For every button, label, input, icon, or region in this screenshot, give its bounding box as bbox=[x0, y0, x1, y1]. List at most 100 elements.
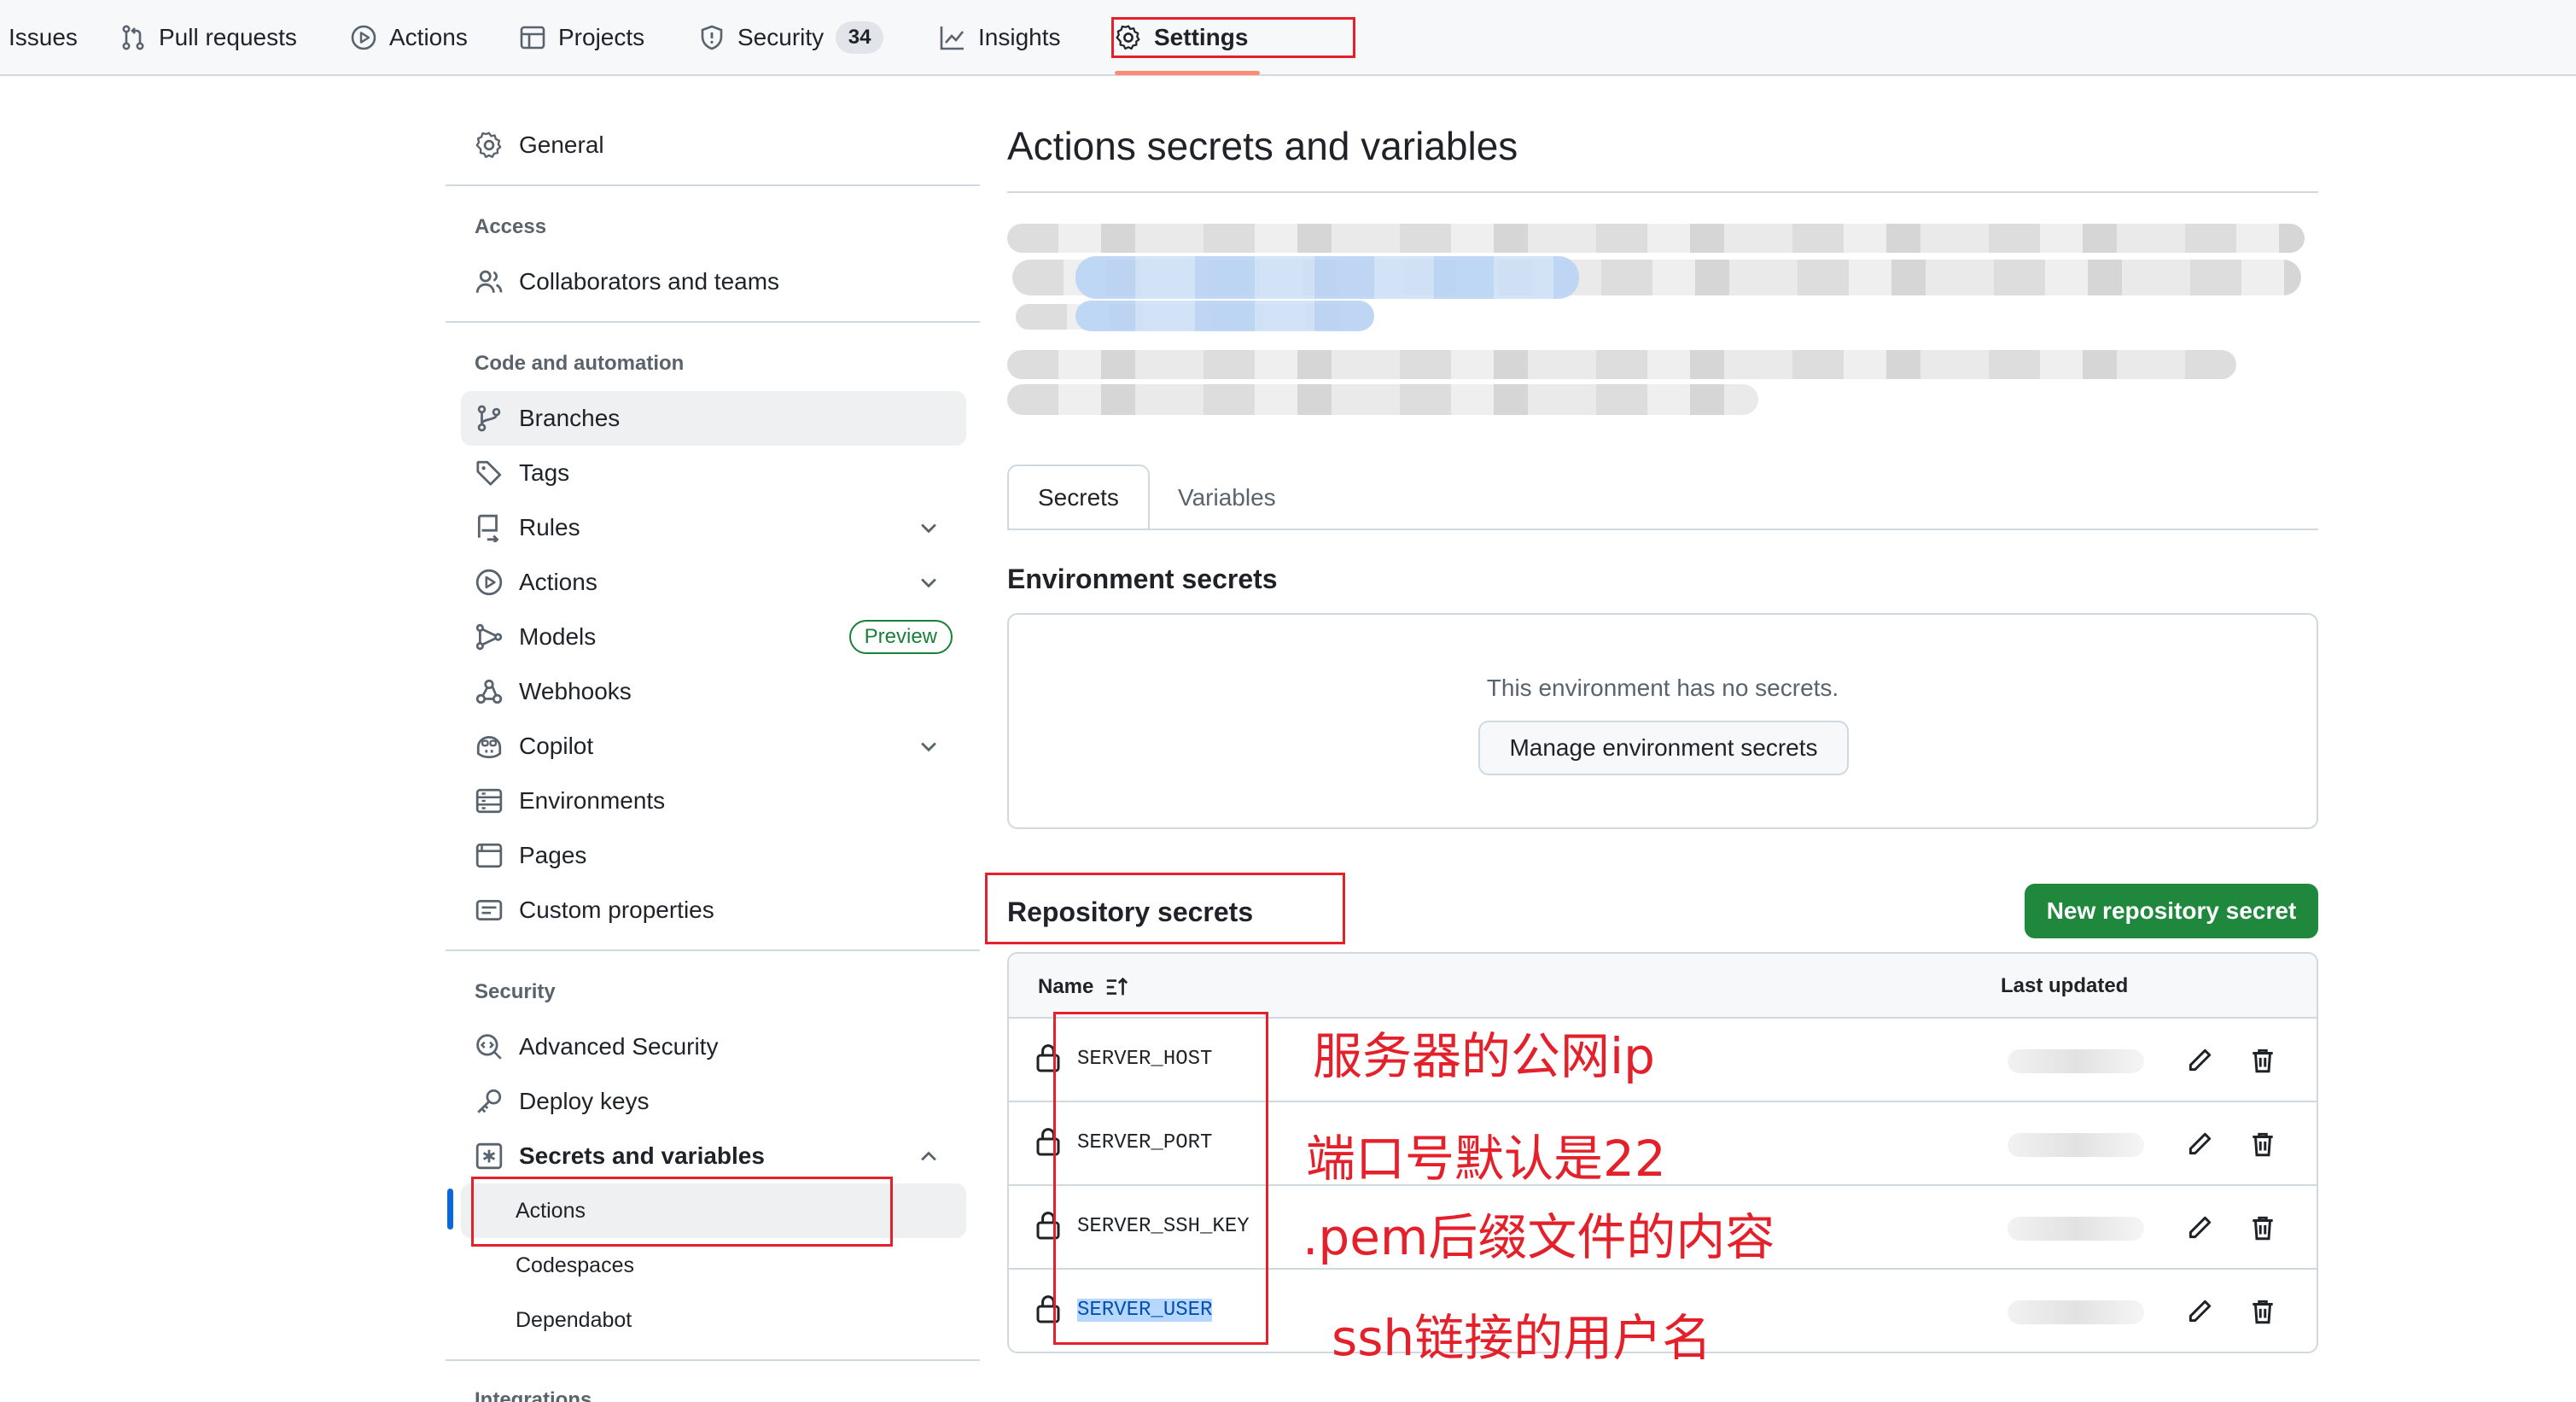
column-header-last-updated: Last updated bbox=[2001, 974, 2129, 997]
pull-request-icon bbox=[122, 24, 144, 50]
sidebar-divider bbox=[446, 184, 980, 186]
new-repository-secret-button[interactable]: New repository secret bbox=[2025, 884, 2318, 938]
tag-icon bbox=[476, 460, 502, 486]
codescan-icon bbox=[476, 1034, 502, 1060]
sidebar-item-label: General bbox=[519, 131, 604, 158]
sidebar-section-integrations: Integrations bbox=[475, 1388, 592, 1402]
redacted-text bbox=[1007, 384, 1758, 415]
chevron-up-icon[interactable] bbox=[917, 1144, 941, 1168]
sidebar-item-collaborators[interactable]: Collaborators and teams bbox=[461, 254, 966, 309]
play-circle-icon bbox=[475, 569, 503, 596]
sidebar-item-actions[interactable]: Actions bbox=[461, 555, 966, 610]
nav-actions[interactable]: Actions bbox=[350, 0, 468, 74]
chevron-down-icon[interactable] bbox=[917, 516, 941, 540]
annotation-box-repository-secrets bbox=[985, 873, 1345, 944]
nav-selected-underline bbox=[1115, 71, 1260, 75]
sidebar-item-branches[interactable]: Branches bbox=[461, 391, 966, 446]
sidebar-item-label: Dependabot bbox=[516, 1307, 632, 1332]
sidebar-divider bbox=[446, 1359, 980, 1361]
sidebar-item-label: Custom properties bbox=[519, 897, 714, 923]
chevron-down-icon[interactable] bbox=[917, 570, 941, 594]
sidebar-item-secrets-dependabot[interactable]: Dependabot bbox=[461, 1293, 966, 1347]
sidebar-item-copilot[interactable]: Copilot bbox=[461, 719, 966, 774]
sidebar-item-secrets-and-variables[interactable]: Secrets and variables bbox=[461, 1129, 966, 1183]
empty-state-message: This environment has no secrets. bbox=[1486, 675, 1839, 701]
sort-by-name[interactable]: Name bbox=[1038, 974, 1129, 1000]
sidebar-item-advanced-security[interactable]: Advanced Security bbox=[461, 1019, 966, 1074]
nav-actions-label: Actions bbox=[389, 23, 468, 50]
pencil-icon[interactable] bbox=[2185, 1130, 2214, 1159]
sidebar-item-deploy-keys[interactable]: Deploy keys bbox=[461, 1074, 966, 1129]
nav-projects[interactable]: Projects bbox=[519, 0, 644, 74]
pencil-icon[interactable] bbox=[2185, 1213, 2214, 1242]
sidebar-item-label: Collaborators and teams bbox=[519, 268, 780, 295]
redacted-timestamp bbox=[2008, 1133, 2144, 1157]
trash-icon[interactable] bbox=[2248, 1213, 2277, 1242]
webhook-icon bbox=[475, 679, 503, 704]
redacted-timestamp bbox=[2008, 1217, 2144, 1241]
sidebar-item-label: Copilot bbox=[519, 733, 594, 759]
sidebar-item-label: Models bbox=[519, 623, 597, 650]
chevron-down-icon[interactable] bbox=[917, 734, 941, 758]
page-title: Actions secrets and variables bbox=[1007, 124, 1518, 168]
active-indicator bbox=[447, 1189, 453, 1230]
annotation-key: .pem后缀文件的内容 bbox=[1303, 1208, 1775, 1266]
preview-badge: Preview bbox=[848, 620, 953, 654]
sidebar-item-pages[interactable]: Pages bbox=[461, 828, 966, 883]
trash-icon[interactable] bbox=[2248, 1297, 2277, 1326]
models-icon bbox=[475, 623, 503, 651]
tabs-divider bbox=[1007, 529, 2318, 530]
table-icon bbox=[520, 26, 545, 49]
annotation-port: 端口号默认是22 bbox=[1306, 1130, 1666, 1188]
sidebar-section-security: Security bbox=[475, 980, 556, 1003]
nav-issues[interactable]: Issues bbox=[9, 0, 78, 74]
manage-environment-secrets-button[interactable]: Manage environment secrets bbox=[1478, 721, 1849, 775]
annotation-box-actions bbox=[471, 1177, 893, 1247]
redacted-link bbox=[1075, 256, 1579, 299]
environment-secrets-heading: Environment secrets bbox=[1007, 564, 1278, 594]
sidebar-item-custom-properties[interactable]: Custom properties bbox=[461, 883, 966, 938]
redacted-text bbox=[1007, 224, 2305, 253]
play-circle-icon bbox=[351, 25, 376, 50]
sidebar-item-tags[interactable]: Tags bbox=[461, 446, 966, 500]
tab-secrets[interactable]: Secrets bbox=[1007, 464, 1150, 530]
key-icon bbox=[477, 1089, 502, 1113]
nav-issues-label: Issues bbox=[9, 23, 78, 50]
pencil-icon[interactable] bbox=[2185, 1046, 2214, 1075]
table-header: Name Last updated bbox=[1009, 954, 2317, 1019]
redacted-link bbox=[1075, 301, 1374, 331]
sidebar-item-label: Webhooks bbox=[519, 678, 632, 704]
sidebar-item-label: Secrets and variables bbox=[519, 1142, 765, 1169]
sidebar-item-general[interactable]: General bbox=[461, 118, 966, 172]
sidebar-item-label: Pages bbox=[519, 842, 587, 868]
server-icon bbox=[475, 788, 503, 814]
sidebar-item-label: Deploy keys bbox=[519, 1088, 650, 1114]
redacted-timestamp bbox=[2008, 1049, 2144, 1073]
pencil-icon[interactable] bbox=[2185, 1297, 2214, 1326]
nav-insights[interactable]: Insights bbox=[939, 0, 1061, 74]
annotation-box-secret-names bbox=[1053, 1012, 1268, 1345]
shield-icon bbox=[701, 25, 723, 50]
tab-variables[interactable]: Variables bbox=[1149, 464, 1305, 530]
nav-security[interactable]: Security 34 bbox=[698, 0, 884, 74]
sidebar-item-models[interactable]: Models Preview bbox=[461, 610, 966, 664]
nav-pull-requests[interactable]: Pull requests bbox=[119, 0, 297, 74]
sort-icon bbox=[1107, 977, 1128, 996]
sidebar-item-rules[interactable]: Rules bbox=[461, 500, 966, 555]
trash-icon[interactable] bbox=[2248, 1046, 2277, 1075]
security-count-badge: 34 bbox=[836, 20, 884, 54]
annotation-host: 服务器的公网ip bbox=[1313, 1027, 1655, 1085]
graph-icon bbox=[940, 26, 965, 50]
copilot-icon bbox=[476, 735, 502, 759]
trash-icon[interactable] bbox=[2248, 1130, 2277, 1159]
people-icon bbox=[475, 270, 503, 293]
environment-secrets-box: This environment has no secrets. Manage … bbox=[1007, 613, 2318, 829]
annotation-box-settings bbox=[1111, 17, 1355, 58]
sidebar-item-label: Branches bbox=[519, 405, 621, 431]
sidebar-item-webhooks[interactable]: Webhooks bbox=[461, 664, 966, 719]
sidebar-section-access: Access bbox=[475, 215, 547, 238]
column-header-name: Name bbox=[1038, 975, 1094, 998]
note-icon bbox=[475, 899, 503, 921]
sidebar-item-label: Codespaces bbox=[516, 1253, 634, 1277]
sidebar-item-environments[interactable]: Environments bbox=[461, 774, 966, 828]
